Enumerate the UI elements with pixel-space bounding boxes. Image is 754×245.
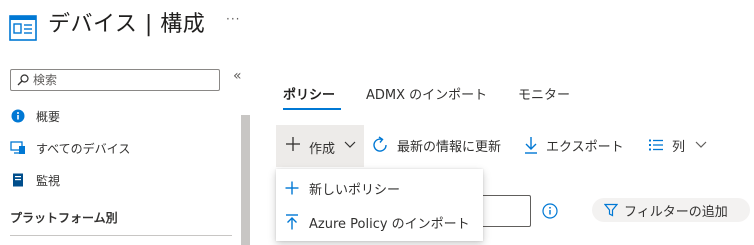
refresh-button[interactable]: 最新の情報に更新 bbox=[371, 134, 501, 156]
search-input[interactable] bbox=[33, 72, 213, 88]
sidebar-section-heading: プラットフォーム別 bbox=[10, 211, 118, 225]
upload-icon bbox=[286, 214, 298, 230]
create-button-label: 作成 bbox=[309, 142, 336, 157]
tab-policies[interactable]: ポリシー bbox=[283, 84, 335, 103]
sidebar-item-label: すべてのデバイス bbox=[36, 141, 131, 156]
menu-item-label: Azure Policy のインポート bbox=[309, 216, 470, 232]
plus-icon bbox=[285, 181, 299, 195]
menu-item-label: 新しいポリシー bbox=[309, 182, 401, 198]
columns-button[interactable]: 列 bbox=[648, 134, 707, 156]
more-options-button[interactable]: ··· bbox=[226, 12, 240, 26]
sidebar-item-label: 概要 bbox=[36, 109, 61, 124]
create-dropdown-menu: 新しいポリシー Azure Policy のインポート bbox=[276, 169, 483, 241]
menu-item-new-policy[interactable]: 新しいポリシー bbox=[276, 171, 483, 205]
search-icon bbox=[17, 74, 29, 86]
search-box[interactable] bbox=[10, 69, 220, 91]
sidebar-item-label: 監視 bbox=[36, 173, 61, 188]
tab-admx-import[interactable]: ADMX のインポート bbox=[366, 84, 487, 103]
menu-item-import-azure-policy[interactable]: Azure Policy のインポート bbox=[276, 205, 483, 239]
download-icon bbox=[525, 137, 537, 154]
export-label: エクスポート bbox=[546, 139, 624, 155]
sidebar-scrollbar[interactable] bbox=[241, 115, 250, 245]
refresh-icon bbox=[373, 136, 387, 152]
info-icon bbox=[10, 108, 26, 124]
monitor-icon bbox=[10, 172, 26, 188]
active-tab-indicator bbox=[283, 108, 341, 110]
columns-label: 列 bbox=[672, 139, 686, 155]
sidebar-item-all-devices[interactable]: すべてのデバイス bbox=[10, 137, 130, 159]
chevron-down-icon bbox=[695, 141, 707, 148]
refresh-label: 最新の情報に更新 bbox=[397, 139, 502, 155]
add-filter-label: フィルターの追加 bbox=[624, 204, 728, 220]
sidebar-item-monitor[interactable]: 監視 bbox=[10, 169, 60, 191]
devices-icon bbox=[10, 140, 26, 156]
device-config-icon bbox=[9, 15, 37, 41]
chevron-down-icon bbox=[344, 141, 356, 148]
sidebar-item-overview[interactable]: 概要 bbox=[10, 105, 60, 127]
create-button[interactable]: 作成 bbox=[276, 125, 364, 167]
sidebar-divider bbox=[10, 235, 232, 236]
export-button[interactable]: エクスポート bbox=[524, 134, 624, 156]
filter-icon bbox=[604, 203, 618, 217]
collapse-sidebar-button[interactable]: « bbox=[233, 68, 242, 84]
plus-icon bbox=[286, 137, 300, 151]
add-filter-button[interactable]: フィルターの追加 bbox=[592, 198, 750, 222]
columns-icon bbox=[649, 139, 663, 151]
tab-monitor[interactable]: モニター bbox=[518, 84, 570, 103]
info-circle-icon[interactable] bbox=[542, 203, 558, 219]
page-title: デバイス | 構成 bbox=[48, 12, 206, 37]
